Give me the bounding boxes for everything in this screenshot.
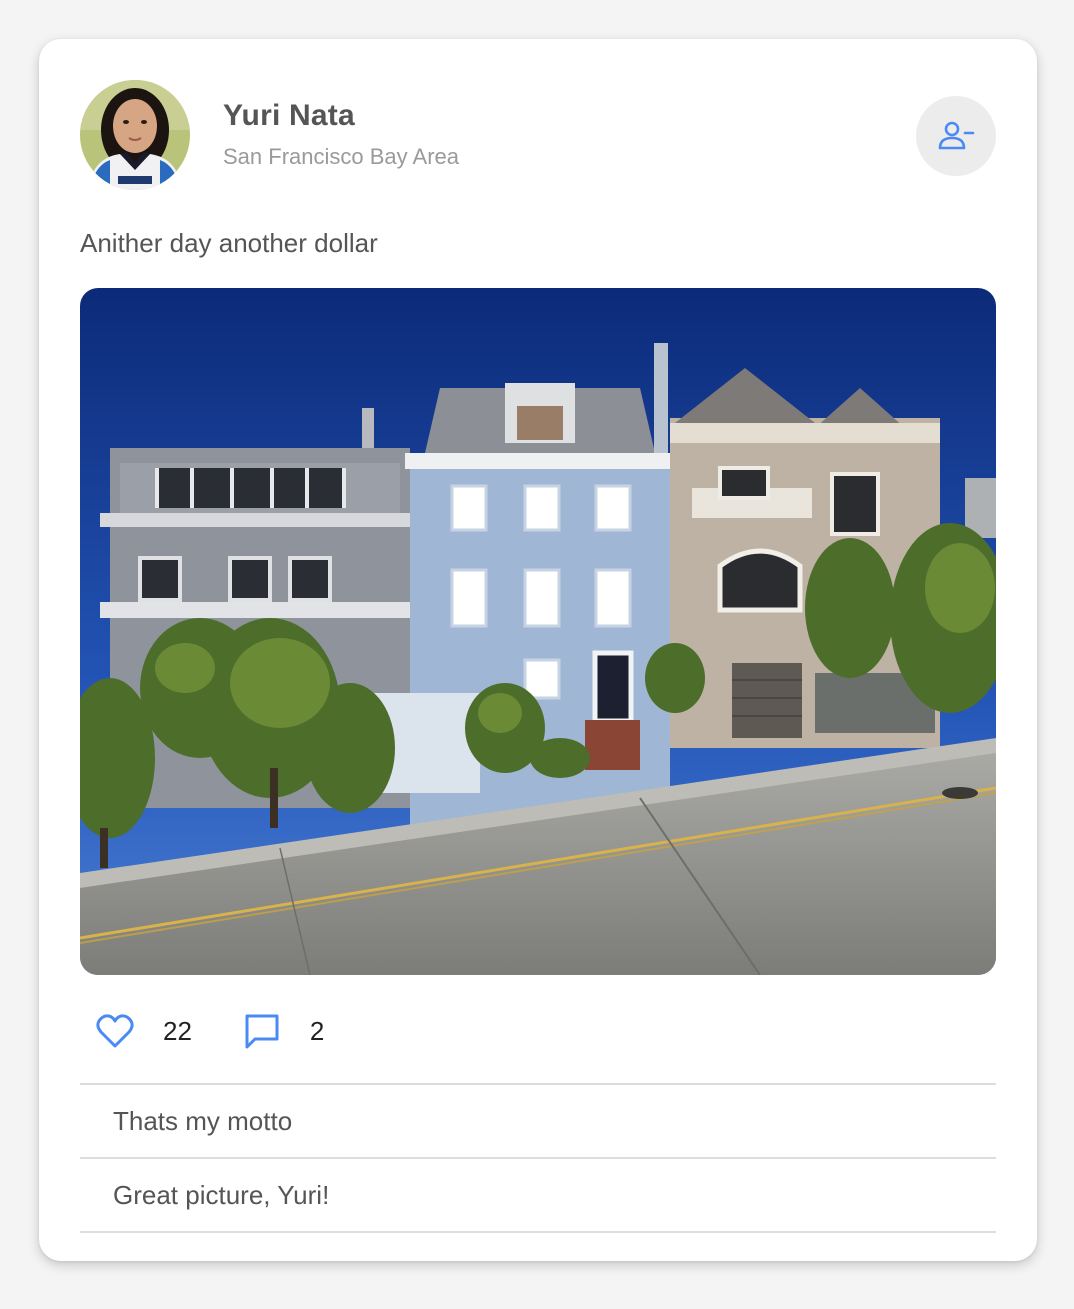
author-location: San Francisco Bay Area	[223, 144, 460, 169]
comment-button[interactable]	[242, 1011, 282, 1051]
post-card: Yuri Nata San Francisco Bay Area Anither…	[39, 39, 1037, 1261]
comment-list: Thats my motto Great picture, Yuri!	[80, 1083, 996, 1233]
like-count: 22	[163, 1015, 192, 1046]
author-avatar[interactable]	[80, 80, 190, 190]
house-street-photo	[80, 288, 996, 975]
post-photo[interactable]	[80, 288, 996, 975]
comment-text: Thats my motto	[113, 1105, 293, 1136]
like-button[interactable]	[95, 1011, 135, 1051]
post-actions: 22 2	[95, 1009, 374, 1053]
person-remove-icon	[938, 121, 975, 150]
comment-icon	[245, 1014, 279, 1049]
comment-item[interactable]: Thats my motto	[80, 1083, 996, 1157]
comment-text: Great picture, Yuri!	[113, 1179, 330, 1210]
post-text: Anither day another dollar	[80, 228, 378, 258]
heart-icon	[96, 1014, 134, 1048]
comment-count: 2	[309, 1015, 325, 1046]
unfollow-button[interactable]	[916, 96, 996, 176]
author-name[interactable]: Yuri Nata	[223, 99, 355, 133]
comment-item[interactable]: Great picture, Yuri!	[80, 1157, 996, 1233]
